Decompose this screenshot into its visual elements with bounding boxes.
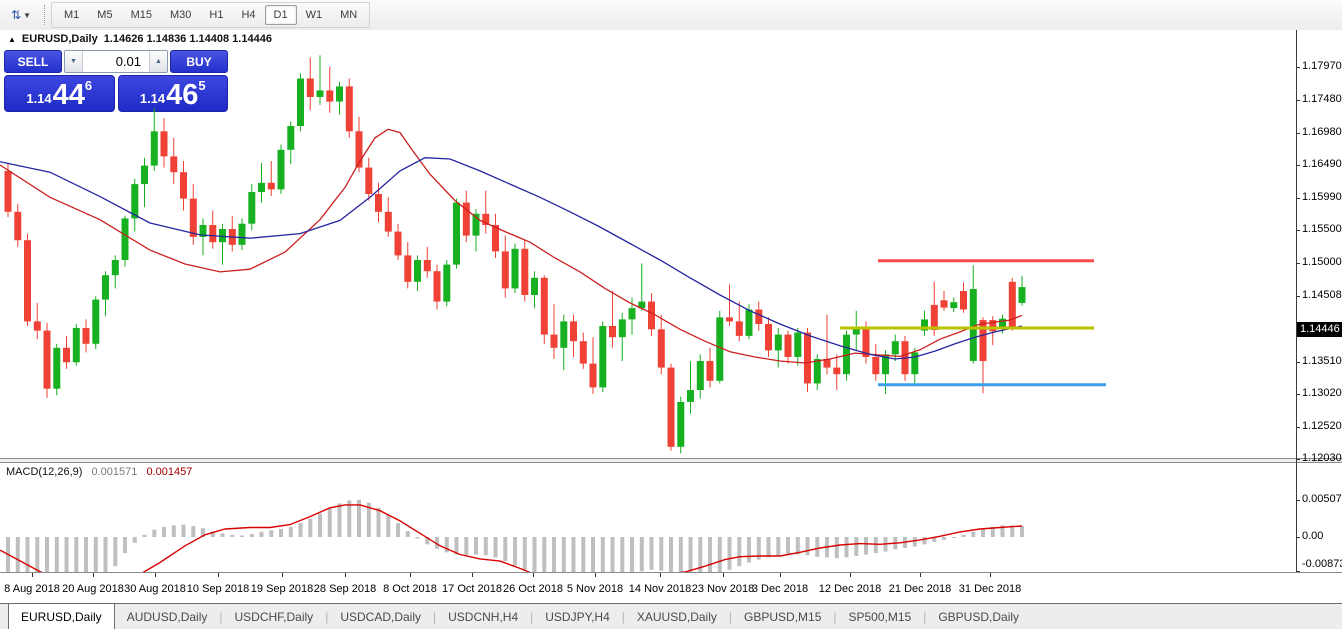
price-tick-mark <box>1296 362 1300 363</box>
macd-name: MACD(12,26,9) <box>6 466 82 478</box>
chart-tab-usdcnh-h4[interactable]: USDCNH,H4 <box>436 604 530 629</box>
current-price-tag: 1.14446 <box>1297 322 1342 337</box>
price-tick-mark <box>1296 198 1300 199</box>
date-tick-mark <box>472 573 473 577</box>
chart-cycle-icon-button[interactable]: ⇅ ▼ <box>6 4 36 26</box>
price-tick-label: 1.15500 <box>1302 223 1342 235</box>
macd-tick-label: 0.00 <box>1302 530 1342 542</box>
date-tick-mark <box>282 573 283 577</box>
date-tick-label: 30 Aug 2018 <box>124 583 186 595</box>
timeframe-button-m1[interactable]: M1 <box>55 5 88 25</box>
date-tick-label: 5 Nov 2018 <box>567 583 623 595</box>
chart-tab-gbpusd-daily[interactable]: GBPUSD,Daily <box>926 604 1031 629</box>
timeframe-group: M1M5M15M30H1H4D1W1MN <box>51 2 370 28</box>
price-tick-mark <box>1296 296 1300 297</box>
timeframe-button-mn[interactable]: MN <box>331 5 366 25</box>
price-tick-label: 1.13510 <box>1302 355 1342 367</box>
date-tick-mark <box>32 573 33 577</box>
date-tick-mark <box>660 573 661 577</box>
price-tick-mark <box>1296 427 1300 428</box>
price-chart-canvas[interactable] <box>0 30 1296 458</box>
macd-tick-label: 0.005074 <box>1302 493 1342 505</box>
price-tick-mark <box>1296 263 1300 264</box>
date-tick-label: 14 Nov 2018 <box>629 583 691 595</box>
date-tick-mark <box>345 573 346 577</box>
date-tick-label: 8 Oct 2018 <box>383 583 437 595</box>
date-tick-label: 28 Sep 2018 <box>314 583 376 595</box>
chart-tab-xauusd-daily[interactable]: XAUUSD,Daily <box>625 604 729 629</box>
timeframe-button-h1[interactable]: H1 <box>200 5 232 25</box>
toolbar-drag-handle[interactable] <box>44 5 45 25</box>
date-tick-label: 20 Aug 2018 <box>62 583 124 595</box>
price-tick-label: 1.17480 <box>1302 93 1342 105</box>
price-tick-label: 1.12520 <box>1302 420 1342 432</box>
date-tick-mark <box>155 573 156 577</box>
price-tick-label: 1.16980 <box>1302 126 1342 138</box>
date-tick-label: 21 Dec 2018 <box>889 583 951 595</box>
date-tick-mark <box>920 573 921 577</box>
chart-tab-usdjpy-h4[interactable]: USDJPY,H4 <box>533 604 621 629</box>
price-tick-label: 1.14508 <box>1302 289 1342 301</box>
macd-indicator-label: MACD(12,26,9) 0.001571 0.001457 <box>6 466 192 478</box>
price-tick-mark <box>1296 230 1300 231</box>
timeframe-button-m5[interactable]: M5 <box>88 5 121 25</box>
date-tick-label: 8 Aug 2018 <box>4 583 60 595</box>
date-tick-mark <box>93 573 94 577</box>
price-tick-mark <box>1296 67 1300 68</box>
price-tick-label: 1.12030 <box>1302 452 1342 464</box>
date-tick-label: 19 Sep 2018 <box>251 583 313 595</box>
date-tick-mark <box>533 573 534 577</box>
macd-tick-mark <box>1296 537 1300 538</box>
timeframe-button-m30[interactable]: M30 <box>161 5 200 25</box>
chart-cycle-icon: ⇅ <box>11 9 21 21</box>
price-tick-mark <box>1296 133 1300 134</box>
macd-tick-mark <box>1296 500 1300 501</box>
top-toolbar: ⇅ ▼ M1M5M15M30H1H4D1W1MN <box>0 0 1342 31</box>
date-tick-label: 31 Dec 2018 <box>959 583 1021 595</box>
date-tick-mark <box>990 573 991 577</box>
date-tick-mark <box>218 573 219 577</box>
timeframe-button-w1[interactable]: W1 <box>297 5 332 25</box>
date-tick-mark <box>723 573 724 577</box>
date-tick-label: 3 Dec 2018 <box>752 583 808 595</box>
chart-tab-usdchf-daily[interactable]: USDCHF,Daily <box>223 604 326 629</box>
price-tick-mark <box>1296 165 1300 166</box>
date-tick-mark <box>410 573 411 577</box>
date-tick-label: 12 Dec 2018 <box>819 583 881 595</box>
price-tick-label: 1.16490 <box>1302 158 1342 170</box>
chart-tab-usdcad-daily[interactable]: USDCAD,Daily <box>328 604 433 629</box>
date-tick-label: 10 Sep 2018 <box>187 583 249 595</box>
price-axis-line <box>1296 30 1297 572</box>
price-tick-mark <box>1296 100 1300 101</box>
chart-tab-sp500-m15[interactable]: SP500,M15 <box>837 604 924 629</box>
macd-bottom-border <box>0 572 1342 573</box>
timeframe-button-d1[interactable]: D1 <box>265 5 297 25</box>
price-tick-label: 1.15000 <box>1302 256 1342 268</box>
price-tick-mark <box>1296 394 1300 395</box>
chart-tab-bar: EURUSD,DailyAUDUSD,Daily|USDCHF,Daily|US… <box>0 603 1342 629</box>
chart-tab-eurusd-daily[interactable]: EURUSD,Daily <box>8 603 115 629</box>
date-tick-mark <box>780 573 781 577</box>
price-tick-mark <box>1296 459 1300 460</box>
date-tick-label: 23 Nov 2018 <box>692 583 754 595</box>
timeframe-button-m15[interactable]: M15 <box>122 5 161 25</box>
timeframe-button-h4[interactable]: H4 <box>232 5 264 25</box>
date-tick-mark <box>850 573 851 577</box>
chevron-down-icon[interactable]: ▼ <box>23 11 31 20</box>
chart-tab-gbpusd-m15[interactable]: GBPUSD,M15 <box>732 604 833 629</box>
date-tick-label: 17 Oct 2018 <box>442 583 502 595</box>
macd-tick-mark <box>1296 571 1300 572</box>
price-tick-label: 1.15990 <box>1302 191 1342 203</box>
date-tick-mark <box>595 573 596 577</box>
chart-tab-audusd-daily[interactable]: AUDUSD,Daily <box>115 604 220 629</box>
chart-window: ▲ EURUSD,Daily 1.14626 1.14836 1.14408 1… <box>0 30 1342 603</box>
date-tick-label: 26 Oct 2018 <box>503 583 563 595</box>
price-tick-label: 1.17970 <box>1302 60 1342 72</box>
price-tick-label: 1.13020 <box>1302 387 1342 399</box>
macd-value: 0.001571 <box>91 466 137 478</box>
macd-tick-label: -0.00873 <box>1302 558 1342 570</box>
metatrader-window: ⇅ ▼ M1M5M15M30H1H4D1W1MN ▲ EURUSD,Daily … <box>0 0 1342 629</box>
macd-chart-canvas[interactable] <box>0 463 1296 572</box>
macd-signal-value: 0.001457 <box>146 466 192 478</box>
